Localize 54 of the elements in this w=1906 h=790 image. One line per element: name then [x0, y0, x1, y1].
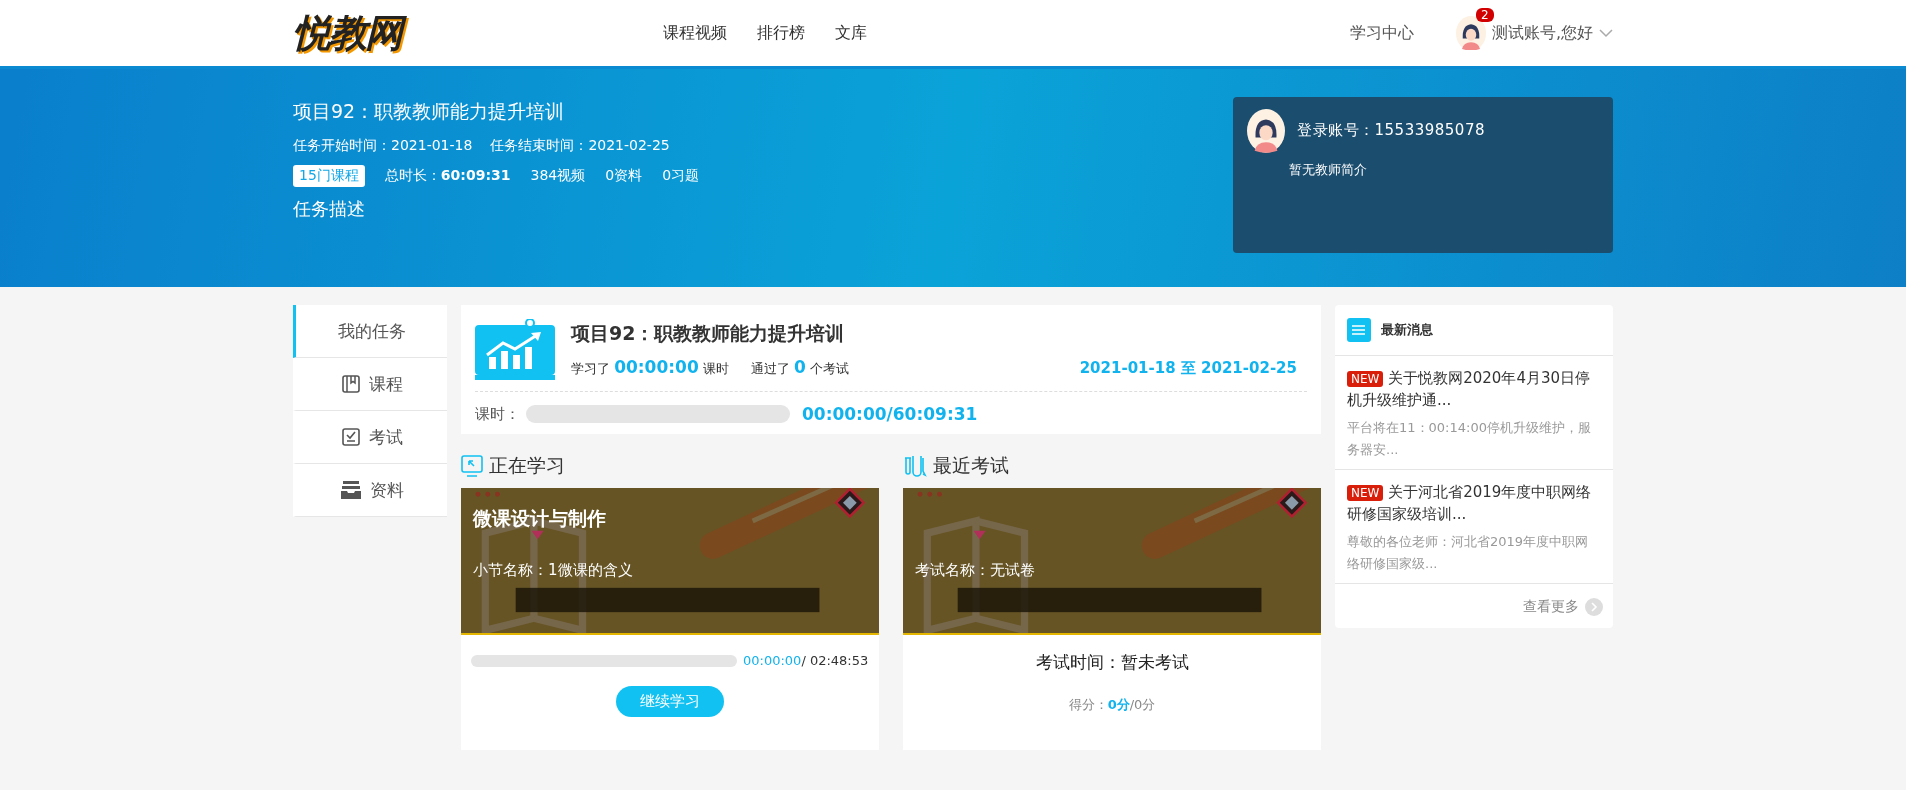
- sidebar-item[interactable]: 我的任务: [293, 305, 447, 358]
- monitor-icon: [461, 455, 483, 477]
- document-icon: [1347, 318, 1373, 342]
- stat-text: 0资料: [605, 167, 643, 185]
- course-title: 微课设计与制作: [473, 506, 606, 531]
- task-title: 项目92：职教教师能力提升培训: [571, 321, 846, 346]
- sidebar-item[interactable]: 资料: [293, 464, 447, 517]
- logo[interactable]: 悦教网: [293, 7, 663, 59]
- avatar-icon: [1247, 109, 1285, 153]
- account-text: 登录账号：15533985078: [1297, 121, 1485, 141]
- news-heading: 最新消息: [1381, 321, 1433, 339]
- new-badge: NEW: [1347, 371, 1384, 387]
- checklist-icon: [340, 427, 361, 447]
- news-summary: 平台将在11：00:14:00停机升级维护，服务器安...: [1347, 419, 1592, 459]
- sidebar-item[interactable]: 考试: [293, 411, 447, 464]
- chevron-right-icon[interactable]: [1585, 598, 1603, 616]
- news-title[interactable]: NEW 关于河北省2019年度中职网络研修国家级培训...: [1347, 482, 1601, 525]
- date-range: 2021-01-18 至 2021-02-25: [1079, 359, 1297, 378]
- nav-link[interactable]: 文库: [835, 22, 867, 44]
- new-badge: NEW: [1347, 485, 1384, 501]
- section-name: 小节名称：1微课的含义: [473, 561, 633, 580]
- flask-pen-icon: [903, 455, 927, 477]
- notification-badge: 2: [1475, 7, 1494, 22]
- course-count-tag: 15门课程: [293, 165, 365, 187]
- score-text: 得分：0分/0分: [1067, 696, 1157, 714]
- archive-icon: [339, 480, 362, 500]
- book-icon: [340, 374, 361, 394]
- end-date: 任务结束时间：2021-02-25: [490, 137, 670, 155]
- sidebar-item[interactable]: 课程: [293, 358, 447, 411]
- start-date: 任务开始时间：2021-01-18: [293, 137, 473, 155]
- stat-text: 0习题: [662, 167, 700, 185]
- exam-time: 考试时间：暂未考试: [1034, 651, 1190, 674]
- project-title: 项目92：职教教师能力提升培训: [293, 99, 566, 124]
- teacher-intro: 暂无教师简介: [1289, 160, 1368, 179]
- news-summary: 尊敬的各位老师：河北省2019年度中职网络研修国家级...: [1347, 533, 1590, 573]
- user-greeting[interactable]: 测试账号,您好: [1491, 22, 1593, 44]
- news-title[interactable]: NEW 关于悦教网2020年4月30日停机升级维护通...: [1347, 368, 1601, 411]
- growth-chart-icon: [475, 319, 555, 381]
- section-heading: 最近考试: [933, 453, 1009, 478]
- view-more-link[interactable]: 查看更多: [1523, 598, 1579, 616]
- chevron-down-icon[interactable]: [1599, 28, 1613, 38]
- study-progress-text: 学习了 00:00:00 课时: [571, 357, 729, 378]
- nav-link[interactable]: 课程视频: [663, 22, 727, 44]
- task-description-label: 任务描述: [293, 197, 366, 221]
- stat-text: 384视频: [530, 167, 586, 185]
- stat-text: 总时长：60:09:31: [384, 167, 511, 185]
- section-heading: 正在学习: [489, 453, 565, 478]
- hours-label: 课时：: [475, 404, 520, 424]
- hours-value: 00:00:00/60:09:31: [802, 404, 978, 424]
- video-time: 00:00:00/ 02:48:53: [743, 653, 869, 668]
- exam-progress-text: 通过了 0 个考试: [750, 357, 849, 378]
- exam-name: 考试名称：无试卷: [915, 561, 1035, 580]
- nav-link[interactable]: 排行榜: [757, 22, 805, 44]
- study-center-link[interactable]: 学习中心: [1349, 22, 1414, 44]
